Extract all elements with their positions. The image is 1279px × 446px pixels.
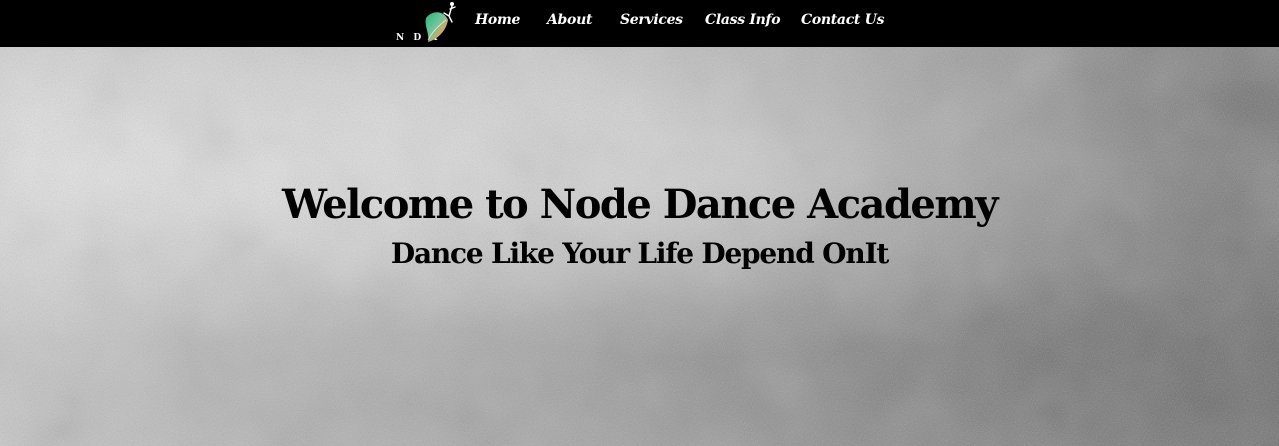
logo[interactable]: N D A (394, 0, 460, 47)
nav-link-services[interactable]: Services (620, 12, 683, 28)
dancer-leaf-icon (425, 2, 456, 42)
hero-subtitle: Dance Like Your Life Depend OnIt (390, 237, 889, 270)
nav-link-contact-us[interactable]: Contact Us (801, 12, 884, 28)
nav-link-about[interactable]: About (547, 12, 592, 28)
top-navbar: N D A Home About Services Class Info Con… (0, 0, 1279, 47)
nav-link-class-info[interactable]: Class Info (705, 12, 781, 28)
nav-link-home[interactable]: Home (475, 12, 520, 28)
hero-title: Welcome to Node Dance Academy (282, 181, 998, 228)
hero-section: Welcome to Node Dance Academy Dance Like… (0, 47, 1279, 446)
